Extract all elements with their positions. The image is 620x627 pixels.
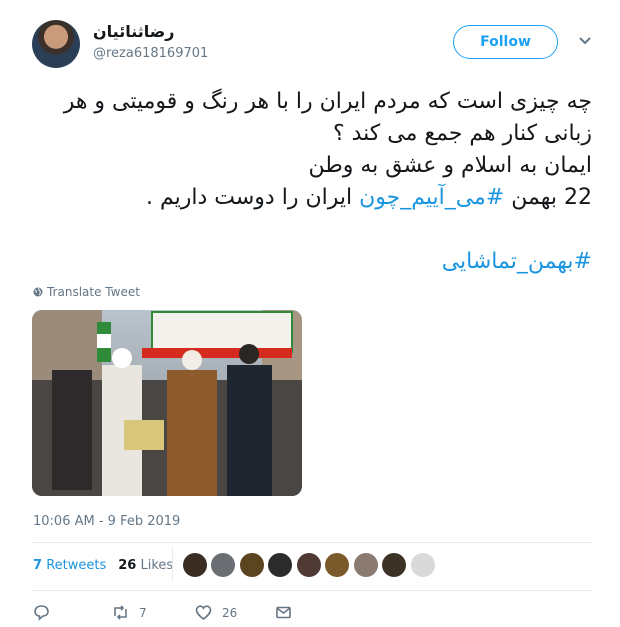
retweet-button[interactable]: 7 — [112, 604, 147, 621]
hashtag-link[interactable]: #می_آییم_چون — [359, 185, 504, 210]
tweet-line-3: ایمان به اسلام و عشق به وطن — [308, 153, 592, 178]
liker-avatar[interactable] — [325, 553, 349, 577]
likes-count: 26 — [118, 558, 137, 573]
reply-button[interactable] — [33, 604, 50, 621]
translate-tweet-link[interactable]: Translate Tweet — [33, 285, 140, 299]
tweet-text: چه چیزی است که مردم ایران را با هر رنگ و… — [32, 86, 592, 278]
globe-icon — [33, 287, 43, 297]
author-handle[interactable]: @reza618169701 — [93, 46, 208, 61]
likes-label: Likes — [140, 558, 174, 573]
tweet-line-4-suffix: ایران را دوست داریم . — [145, 185, 360, 210]
like-count: 26 — [222, 605, 238, 620]
likes-stat[interactable]: 26 Likes — [118, 558, 173, 573]
tweet-line-4-prefix: 22 بهمن — [504, 185, 592, 210]
reply-icon — [34, 605, 49, 621]
liker-avatar[interactable] — [382, 553, 406, 577]
heart-icon — [195, 605, 212, 621]
tweet-photo[interactable] — [32, 310, 302, 496]
chevron-down-icon[interactable] — [578, 36, 592, 46]
translate-label: Translate Tweet — [47, 285, 140, 299]
liker-avatar[interactable] — [183, 553, 207, 577]
author-display-name[interactable]: رضاثنائیان — [93, 22, 174, 41]
liker-avatar[interactable] — [411, 553, 435, 577]
liker-avatar[interactable] — [240, 553, 264, 577]
liker-avatar[interactable] — [297, 553, 321, 577]
envelope-icon — [276, 606, 291, 619]
engagement-stats: 7 Retweets 26 Likes — [33, 558, 173, 573]
retweets-label: Retweets — [46, 558, 107, 573]
stats-separator — [172, 546, 173, 582]
follow-button[interactable]: Follow — [453, 25, 558, 59]
retweets-stat[interactable]: 7 Retweets — [33, 558, 106, 573]
tweet-line-4: 22 بهمن #می_آییم_چون ایران را دوست داریم… — [32, 182, 592, 214]
retweets-count: 7 — [33, 558, 43, 573]
liker-avatar[interactable] — [354, 553, 378, 577]
tweet-line-1: چه چیزی است که مردم ایران را با هر رنگ و… — [63, 89, 592, 114]
retweet-count: 7 — [139, 605, 147, 620]
liker-avatar[interactable] — [211, 553, 235, 577]
retweet-icon — [114, 605, 127, 620]
hashtag-link-2[interactable]: #بهمن_تماشایی — [442, 249, 592, 274]
divider-top — [32, 542, 592, 543]
divider-bottom — [32, 590, 592, 591]
tweet-timestamp[interactable]: 10:06 AM - 9 Feb 2019 — [33, 514, 180, 529]
tweet-line-2: زبانی کنار هم جمع می کند ؟ — [332, 121, 592, 146]
like-button[interactable]: 26 — [195, 604, 237, 621]
liker-avatar[interactable] — [268, 553, 292, 577]
author-avatar[interactable] — [32, 20, 80, 68]
direct-message-button[interactable] — [275, 604, 292, 621]
